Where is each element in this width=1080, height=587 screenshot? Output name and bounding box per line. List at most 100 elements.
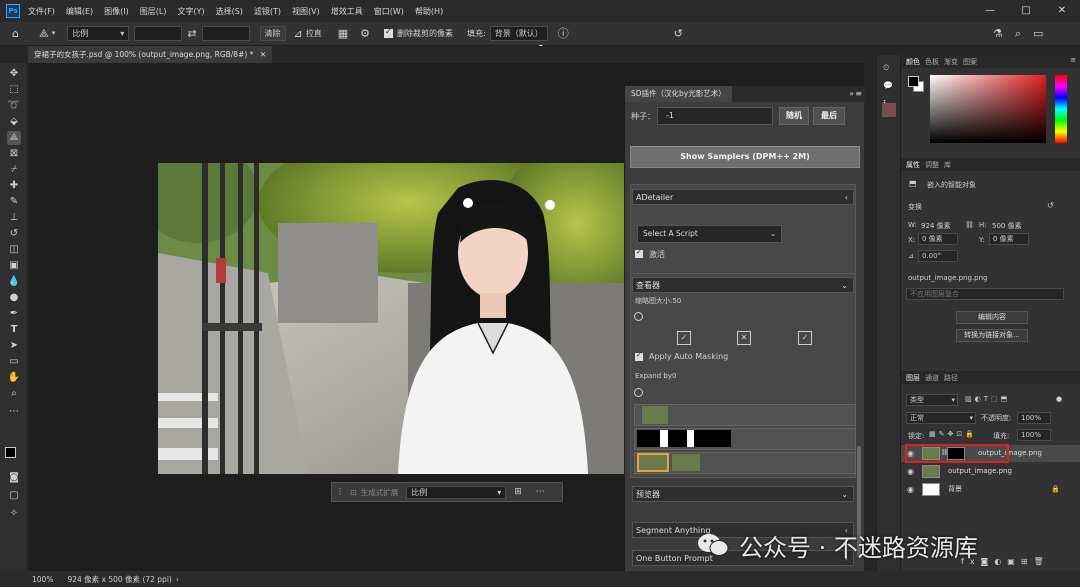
pen-tool-icon[interactable]: ✒ xyxy=(7,307,21,321)
gear-icon[interactable]: ⚙ xyxy=(360,28,370,39)
zoom-tool-icon[interactable]: ⌕ xyxy=(7,387,21,401)
generative-icon[interactable]: ✧ xyxy=(7,507,21,521)
gradient-tool-icon[interactable]: ▣ xyxy=(7,259,21,273)
quick-mask-icon[interactable]: ◙ xyxy=(7,471,21,485)
menu-image[interactable]: 图像(I) xyxy=(104,6,129,17)
adetailer-header[interactable]: ADetailer ‹ xyxy=(632,189,854,205)
chevron-down-icon[interactable]: ▾ xyxy=(52,30,56,37)
eye-icon[interactable]: ◉ xyxy=(907,467,914,476)
edit-contents-button[interactable]: 编辑内容 xyxy=(956,311,1028,324)
preview-header[interactable]: 预览器 ⌄ xyxy=(632,486,854,502)
script-select[interactable]: Select A Script ⌄ xyxy=(637,225,782,243)
object-select-tool-icon[interactable]: ⬙ xyxy=(7,115,21,129)
screen-mode-icon[interactable]: ▢ xyxy=(7,489,21,503)
more-options-icon[interactable]: ⋯ xyxy=(536,487,545,497)
history-icon[interactable]: ⏲ xyxy=(883,63,889,73)
sd-panel-title[interactable]: SD插件（汉化by光影艺术） xyxy=(625,86,732,102)
checkbox-icon[interactable]: ✓ xyxy=(677,331,691,345)
tab-adjustments[interactable]: 调整 xyxy=(925,160,939,170)
y-field[interactable]: 0 像素 xyxy=(989,233,1029,245)
lasso-tool-icon[interactable]: ➰ xyxy=(7,99,21,113)
blur-tool-icon[interactable]: 💧 xyxy=(7,275,21,289)
x-field[interactable]: 0 像素 xyxy=(918,233,958,245)
eyedropper-tool-icon[interactable]: ⌿ xyxy=(7,163,21,177)
auto-masking-checkbox[interactable]: ✓ xyxy=(635,351,643,361)
tab-patterns[interactable]: 图案 xyxy=(963,57,977,67)
reset-transform-icon[interactable]: ↺ xyxy=(1047,201,1054,210)
move-tool-icon[interactable]: ✥ xyxy=(7,67,21,81)
undo-icon[interactable]: ↺ xyxy=(674,28,683,39)
marquee-tool-icon[interactable]: ⬚ xyxy=(7,83,21,97)
menu-edit[interactable]: 编辑(E) xyxy=(66,6,93,17)
document-tab[interactable]: 穿裙子的女孩子.psd @ 100% (output_image.png, RG… xyxy=(28,46,273,63)
hand-tool-icon[interactable]: ✋ xyxy=(7,371,21,385)
viewer-header[interactable]: 查看器 ⌄ xyxy=(632,277,854,293)
collapse-panel-icon[interactable]: » xyxy=(849,89,854,98)
crop-options-icon[interactable]: ⊞ xyxy=(514,487,522,497)
sd-plugin-icon[interactable] xyxy=(882,103,896,117)
tab-gradients[interactable]: 渐变 xyxy=(944,57,958,67)
menu-file[interactable]: 文件(F) xyxy=(28,6,55,17)
menu-plugins[interactable]: 增效工具 xyxy=(331,6,363,17)
link-icon[interactable]: ⛓ xyxy=(965,221,974,229)
activate-checkbox[interactable]: ✓ xyxy=(635,248,643,258)
stamp-tool-icon[interactable]: ⊥ xyxy=(7,211,21,225)
tab-swatches[interactable]: 色板 xyxy=(925,57,939,67)
close-square-icon[interactable]: ✕ xyxy=(737,331,751,345)
panel-menu-icon[interactable]: ≡ xyxy=(855,89,862,98)
menu-view[interactable]: 视图(V) xyxy=(292,6,320,17)
tab-layers[interactable]: 图层 xyxy=(906,373,920,383)
search-icon[interactable]: ⌕ xyxy=(1015,28,1021,39)
image-thumbnail[interactable] xyxy=(642,406,668,424)
menu-filter[interactable]: 滤镜(T) xyxy=(254,6,281,17)
flask-icon[interactable]: ⚗ xyxy=(993,28,1003,39)
viewer-radio-2[interactable] xyxy=(634,388,643,397)
grid-overlay-icon[interactable]: ▦ xyxy=(338,28,348,39)
menu-select[interactable]: 选择(S) xyxy=(216,6,243,17)
show-samplers-button[interactable]: Show Samplers (DPM++ 2M) xyxy=(630,146,860,168)
comments-icon[interactable]: 💬 xyxy=(883,81,893,90)
document-canvas[interactable] xyxy=(158,163,624,474)
layer-filter-icons[interactable]: ▨◐T⬚⬒ xyxy=(965,395,1010,403)
viewer-radio-1[interactable] xyxy=(634,312,643,321)
checkbox-icon[interactable]: ✓ xyxy=(798,331,812,345)
tab-color[interactable]: 颜色 xyxy=(906,57,920,67)
panel-menu-icon[interactable]: ≡ xyxy=(1070,56,1076,64)
rectangle-tool-icon[interactable]: ▭ xyxy=(7,355,21,369)
more-tools-icon[interactable]: ⋯ xyxy=(7,405,21,419)
h-value[interactable]: 500 像素 xyxy=(992,221,1022,231)
tab-libraries[interactable]: 库 xyxy=(944,160,951,170)
foreground-color-swatch[interactable] xyxy=(5,447,16,458)
brush-tool-icon[interactable]: ✎ xyxy=(7,195,21,209)
fill-field[interactable]: 100% xyxy=(1017,429,1051,441)
w-value[interactable]: 924 像素 xyxy=(921,221,951,231)
tab-paths[interactable]: 路径 xyxy=(944,373,958,383)
layer-comp-select[interactable]: 不应用图层复合 xyxy=(906,288,1064,300)
random-seed-button[interactable]: 随机 xyxy=(779,107,809,125)
seed-input[interactable]: -1 xyxy=(657,107,773,125)
eraser-tool-icon[interactable]: ◫ xyxy=(7,243,21,257)
last-seed-button[interactable]: 最后 xyxy=(813,107,845,125)
menu-layer[interactable]: 图层(L) xyxy=(140,6,167,17)
filter-toggle-icon[interactable]: ● xyxy=(1056,395,1062,403)
history-brush-icon[interactable]: ↺ xyxy=(7,227,21,241)
layer-row[interactable]: ◉ 背景 🔒 xyxy=(901,481,1080,498)
path-select-icon[interactable]: ➤ xyxy=(7,339,21,353)
convert-to-linked-button[interactable]: 转换为链接对象... xyxy=(956,329,1028,342)
clear-button[interactable]: 清除 xyxy=(259,26,286,41)
ratio-select[interactable]: 比例 ▾ xyxy=(406,485,507,499)
dodge-tool-icon[interactable]: ● xyxy=(7,291,21,305)
angle-field[interactable]: 0.00° xyxy=(918,250,958,262)
straighten-icon[interactable]: ⊿ xyxy=(294,28,303,39)
home-icon[interactable]: ⌂ xyxy=(12,28,19,39)
crop-tool-icon[interactable]: ⟁ xyxy=(7,131,21,145)
minimize-button[interactable]: — xyxy=(972,0,1008,22)
blend-mode-select[interactable]: 正常 ▾ xyxy=(906,412,976,424)
drag-handle-icon[interactable]: ⋮ xyxy=(336,488,344,496)
layer-kind-filter[interactable]: 类型 ▾ xyxy=(906,394,958,406)
chevron-right-icon[interactable]: › xyxy=(176,575,179,584)
image-thumbnail[interactable] xyxy=(672,454,700,471)
tab-channels[interactable]: 通道 xyxy=(925,373,939,383)
healing-brush-icon[interactable]: ✚ xyxy=(7,179,21,193)
close-button[interactable]: ✕ xyxy=(1044,0,1080,22)
